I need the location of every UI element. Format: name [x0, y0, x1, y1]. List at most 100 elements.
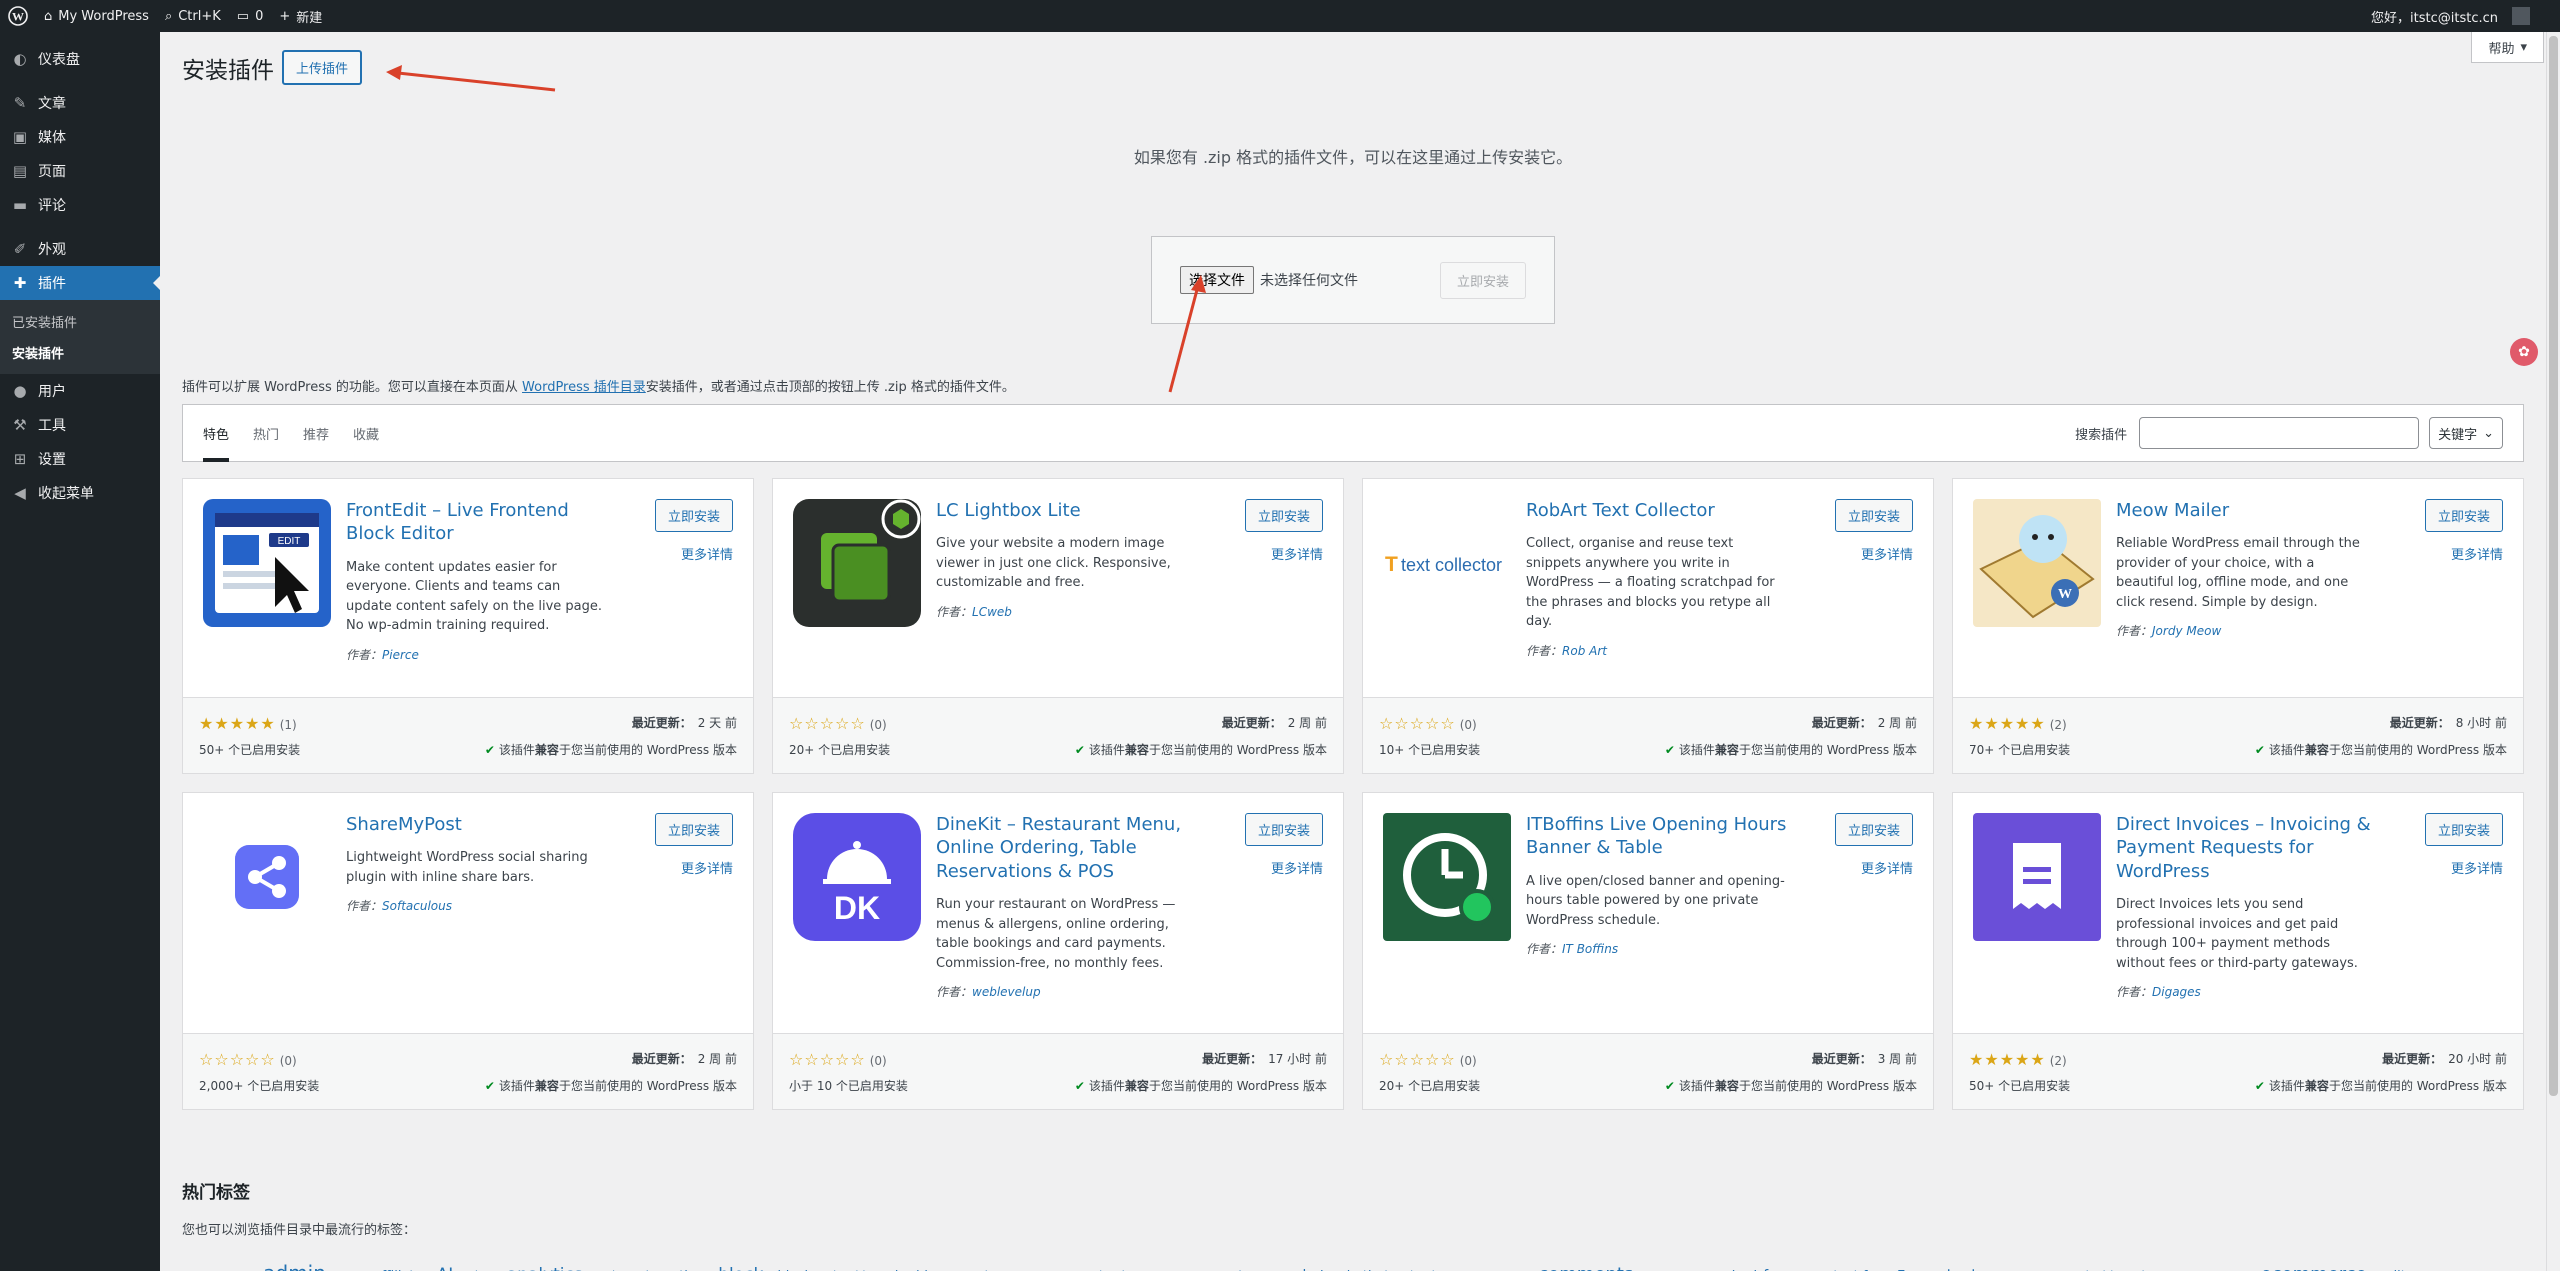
- tag-link[interactable]: block: [718, 1265, 763, 1271]
- install-now-button[interactable]: 立即安装: [1834, 813, 1913, 846]
- author-link[interactable]: LCweb: [972, 605, 1012, 619]
- plugin-name-link[interactable]: Direct Invoices – Invoicing & Payment Re…: [2116, 813, 2386, 883]
- author-link[interactable]: IT Boffins: [1562, 942, 1618, 956]
- install-now-button[interactable]: 立即安装: [1439, 261, 1526, 299]
- sidebar-item-media[interactable]: ▣ 媒体: [0, 120, 160, 154]
- upload-plugin-button[interactable]: 上传插件: [282, 50, 363, 85]
- tag-link[interactable]: content: [1920, 1266, 1977, 1271]
- share-icon[interactable]: [203, 813, 331, 941]
- sidebar-item-comments[interactable]: ▬ 评论: [0, 188, 160, 222]
- plugin-card: LC Lightbox Lite Give your website a mod…: [772, 478, 1344, 774]
- install-now-button[interactable]: 立即安装: [1834, 499, 1913, 532]
- author-link[interactable]: Jordy Meow: [2152, 624, 2221, 638]
- comments-link[interactable]: ▭ 0: [229, 0, 272, 32]
- more-details-link[interactable]: 更多详情: [2425, 544, 2503, 563]
- author-link[interactable]: Rob Art: [1562, 644, 1607, 658]
- rating-count[interactable]: (0): [1460, 718, 1477, 732]
- tag-link[interactable]: admin: [263, 1261, 326, 1271]
- more-details-link[interactable]: 更多详情: [1835, 858, 1913, 877]
- tag-link[interactable]: analytics: [507, 1265, 583, 1271]
- plugin-directory-link[interactable]: WordPress 插件目录: [522, 380, 646, 395]
- rating-count[interactable]: (0): [1460, 1054, 1477, 1068]
- plugin-card-bottom: ☆☆☆☆☆ (0) 最近更新： 3 周 前 20+ 个已启用安装 ✔ 该插件兼容于您当…: [1363, 1033, 1933, 1109]
- tab-favorites[interactable]: 收藏: [353, 405, 379, 462]
- author-link[interactable]: Softaculous: [382, 899, 452, 913]
- updated-value: 2 周 前: [697, 1052, 737, 1066]
- submenu-installed-plugins[interactable]: 已安装插件: [0, 306, 160, 337]
- tag-link[interactable]: comments: [1538, 1264, 1633, 1271]
- plugin-card: Ttext collector RobArt Text Collector Co…: [1362, 478, 1934, 774]
- plugin-name-link[interactable]: FrontEdit – Live Frontend Block Editor: [346, 499, 616, 546]
- tag-link[interactable]: ecommerce: [2261, 1264, 2367, 1271]
- tab-popular[interactable]: 热门: [253, 405, 279, 462]
- scrollbar-thumb[interactable]: [2549, 36, 2558, 1096]
- tab-recommended[interactable]: 推荐: [303, 405, 329, 462]
- wordpress-logo-icon[interactable]: W: [0, 0, 36, 32]
- help-tab-button[interactable]: 帮助 ▾: [2471, 32, 2544, 63]
- settings-icon: ⊞: [13, 450, 27, 468]
- more-details-link[interactable]: 更多详情: [1245, 544, 1323, 563]
- sidebar-item-plugins[interactable]: ✚ 插件: [0, 266, 160, 300]
- plugin-description: Collect, organise and reuse text snippet…: [1526, 536, 1775, 630]
- frontedit-icon[interactable]: EDIT: [203, 499, 331, 627]
- install-now-button[interactable]: 立即安装: [2424, 499, 2503, 532]
- tab-featured[interactable]: 特色: [203, 405, 230, 462]
- lightbox-icon[interactable]: [793, 499, 921, 627]
- new-content-menu[interactable]: + 新建: [271, 0, 330, 32]
- site-name-link[interactable]: ⌂ My WordPress: [36, 0, 157, 32]
- install-now-button[interactable]: 立即安装: [654, 499, 733, 532]
- more-details-link[interactable]: 更多详情: [1835, 544, 1913, 563]
- install-now-button[interactable]: 立即安装: [1244, 813, 1323, 846]
- more-details-link[interactable]: 更多详情: [655, 858, 733, 877]
- search-icon: ⌕: [164, 8, 173, 24]
- rating-count[interactable]: (0): [870, 1054, 887, 1068]
- rating-count[interactable]: (0): [280, 1054, 297, 1068]
- clock-icon[interactable]: [1383, 813, 1511, 941]
- plugin-name-link[interactable]: ShareMyPost: [346, 813, 616, 836]
- rating-count[interactable]: (0): [870, 718, 887, 732]
- text-collector-icon[interactable]: Ttext collector: [1383, 499, 1511, 627]
- sidebar-item-posts[interactable]: ✎ 文章: [0, 86, 160, 120]
- floating-extension-icon[interactable]: ✿: [2510, 338, 2538, 366]
- dinekit-icon[interactable]: DK: [793, 813, 921, 941]
- plugin-name-link[interactable]: LC Lightbox Lite: [936, 499, 1206, 522]
- sidebar-item-pages[interactable]: ▤ 页面: [0, 154, 160, 188]
- more-details-link[interactable]: 更多详情: [655, 544, 733, 563]
- submenu-add-plugin[interactable]: 安装插件: [0, 337, 160, 368]
- install-now-button[interactable]: 立即安装: [654, 813, 733, 846]
- plugin-name-link[interactable]: Meow Mailer: [2116, 499, 2386, 522]
- tag-link[interactable]: AI: [437, 1265, 454, 1271]
- account-menu[interactable]: 您好，itstc@itstc.cn: [2363, 0, 2560, 32]
- search-type-select[interactable]: 关键字 ⌄: [2429, 417, 2503, 449]
- sidebar-item-collapse[interactable]: ◀ 收起菜单: [0, 476, 160, 510]
- page-scrollbar[interactable]: [2546, 32, 2560, 1271]
- more-details-link[interactable]: 更多详情: [1245, 858, 1323, 877]
- install-now-button[interactable]: 立即安装: [2424, 813, 2503, 846]
- author-link[interactable]: weblevelup: [972, 985, 1041, 999]
- compat-bold: 兼容: [2304, 1079, 2329, 1093]
- search-plugins-input[interactable]: [2139, 417, 2420, 449]
- plugin-name-link[interactable]: DineKit – Restaurant Menu, Online Orderi…: [936, 813, 1206, 883]
- invoice-icon[interactable]: [1973, 813, 2101, 941]
- more-details-link[interactable]: 更多详情: [2425, 858, 2503, 877]
- plugin-name-link[interactable]: ITBoffins Live Opening Hours Banner & Ta…: [1526, 813, 1796, 860]
- rating-count[interactable]: (2): [2050, 1054, 2067, 1068]
- sidebar-item-tools[interactable]: ⚒ 工具: [0, 408, 160, 442]
- command-search[interactable]: ⌕ Ctrl+K: [157, 0, 229, 32]
- sidebar-item-users[interactable]: ● 用户: [0, 374, 160, 408]
- author-link[interactable]: Digages: [2152, 985, 2201, 999]
- rating-count[interactable]: (2): [2050, 718, 2067, 732]
- plus-icon: +: [279, 8, 291, 24]
- plugin-name-link[interactable]: RobArt Text Collector: [1526, 499, 1796, 522]
- meow-mailer-icon[interactable]: W: [1973, 499, 2101, 627]
- sidebar-item-appearance[interactable]: ✐ 外观: [0, 232, 160, 266]
- plugin-card-top: Direct Invoices – Invoicing & Payment Re…: [1953, 793, 2523, 1033]
- rating-count[interactable]: (1): [280, 718, 297, 732]
- install-now-button[interactable]: 立即安装: [1244, 499, 1323, 532]
- admin-sidebar: ◐ 仪表盘 ✎ 文章 ▣ 媒体 ▤ 页面 ▬ 评论 ✐ 外观 ✚ 插件 已安装插件 安装插件 …: [0, 32, 160, 1271]
- author-link[interactable]: Pierce: [382, 648, 419, 662]
- sidebar-item-settings[interactable]: ⊞ 设置: [0, 442, 160, 476]
- new-label: 新建: [296, 10, 323, 26]
- sidebar-item-dashboard[interactable]: ◐ 仪表盘: [0, 42, 160, 76]
- compat-pre: 该插件: [498, 1079, 535, 1093]
